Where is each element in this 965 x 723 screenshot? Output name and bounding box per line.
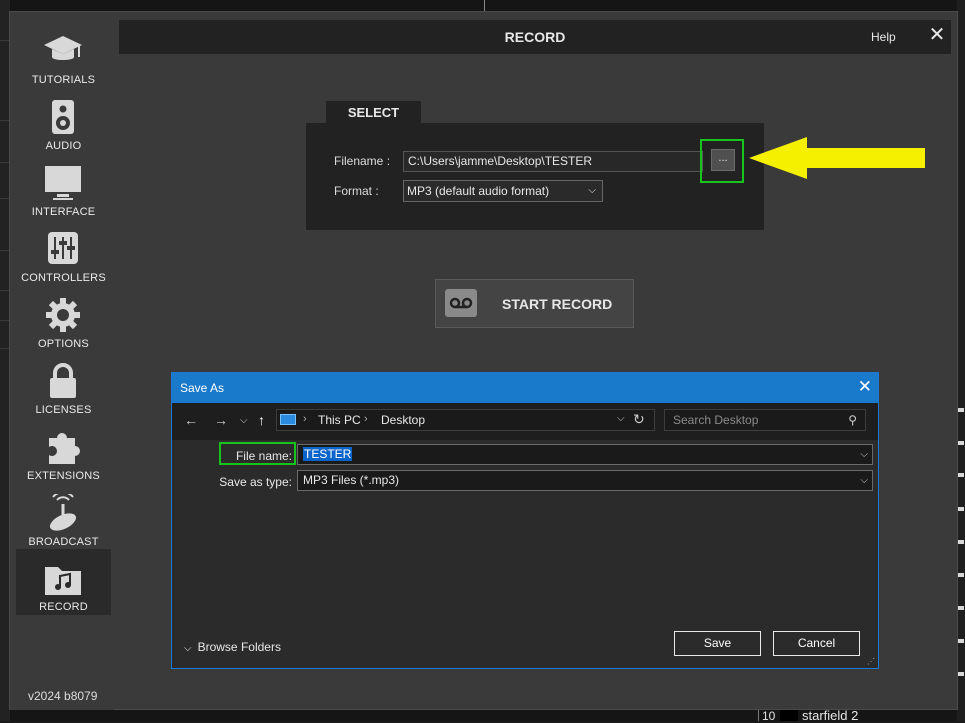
sidebar-item-broadcast[interactable]: BROADCAST — [16, 484, 111, 550]
satellite-dish-icon — [49, 494, 77, 531]
navigation-bar: ← → ⌵ ↑ › This PC › Desktop ⌵ ↻ Search D… — [172, 403, 878, 440]
help-link[interactable]: Help — [871, 30, 896, 44]
breadcrumb-separator-icon: › — [364, 413, 368, 425]
chevron-down-icon[interactable]: ⌵ — [617, 413, 625, 424]
lock-icon — [50, 363, 76, 398]
select-panel: Filename : C:\Users\jamme\Desktop\TESTER… — [306, 123, 764, 230]
monitor-icon — [45, 166, 81, 200]
chevron-down-icon: ⌵ — [588, 185, 596, 196]
chevron-down-icon: ⌵ — [860, 475, 868, 486]
breadcrumb-desktop[interactable]: Desktop — [381, 413, 425, 427]
annotation-arrow-icon — [749, 137, 925, 179]
breadcrumb-this-pc[interactable]: This PC — [318, 413, 361, 427]
save-as-type-value: MP3 Files (*.mp3) — [303, 473, 400, 487]
sidebar-item-controllers[interactable]: CONTROLLERS — [16, 220, 111, 286]
save-as-type-select[interactable]: MP3 Files (*.mp3) ⌵ — [297, 470, 873, 491]
save-as-dialog: Save As ✕ ← → ⌵ ↑ › This PC › Desktop ⌵ … — [171, 372, 879, 669]
file-name-value: TESTER — [303, 447, 353, 461]
up-arrow-icon[interactable]: ↑ — [258, 412, 265, 428]
chevron-down-icon[interactable]: ⌵ — [860, 445, 868, 464]
sidebar-item-audio[interactable]: AUDIO — [16, 88, 111, 154]
search-input[interactable]: Search Desktop ⚲ — [664, 409, 866, 431]
format-select-value: MP3 (default audio format) — [407, 184, 550, 198]
sidebar-item-label: BROADCAST — [28, 536, 99, 548]
close-icon[interactable]: ✕ — [858, 377, 872, 397]
save-as-title-bar: Save As ✕ — [172, 373, 878, 403]
sliders-icon — [48, 232, 78, 264]
save-button[interactable]: Save — [674, 631, 761, 656]
version-label: v2024 b8079 — [28, 689, 98, 703]
forward-arrow-icon[interactable]: → — [214, 412, 228, 428]
browse-folders-toggle[interactable]: ⌵ Browse Folders — [184, 640, 281, 654]
recent-locations-chevron-icon[interactable]: ⌵ — [240, 415, 248, 426]
filename-field[interactable]: C:\Users\jamme\Desktop\TESTER — [403, 151, 703, 172]
filename-label: Filename : — [334, 154, 391, 168]
music-folder-icon — [45, 567, 81, 595]
sidebar-item-label: AUDIO — [45, 140, 82, 152]
sidebar-item-label: RECORD — [39, 601, 88, 613]
background-row-thumbnail — [780, 710, 798, 721]
sidebar-item-label: CONTROLLERS — [21, 272, 106, 284]
speaker-icon — [52, 100, 74, 134]
breadcrumb-separator-icon: › — [303, 413, 307, 425]
sidebar-item-interface[interactable]: INTERFACE — [16, 154, 111, 220]
file-name-label: File name: — [235, 449, 292, 463]
sidebar-item-options[interactable]: OPTIONS — [16, 286, 111, 352]
sidebar-item-label: TUTORIALS — [31, 74, 96, 86]
address-bar[interactable]: › This PC › Desktop ⌵ ↻ — [276, 409, 655, 431]
cancel-button[interactable]: Cancel — [773, 631, 860, 656]
format-select[interactable]: MP3 (default audio format) ⌵ — [403, 180, 603, 202]
gear-icon — [46, 298, 80, 332]
save-as-type-label: Save as type: — [219, 475, 292, 489]
puzzle-icon — [49, 433, 81, 464]
sidebar-item-record[interactable]: RECORD — [16, 549, 111, 615]
sidebar-item-extensions[interactable]: EXTENSIONS — [16, 418, 111, 484]
sidebar-item-tutorials[interactable]: TUTORIALS — [16, 22, 111, 88]
search-placeholder: Search Desktop — [673, 413, 759, 427]
browse-button[interactable]: ... — [711, 149, 735, 171]
this-pc-icon — [280, 414, 296, 425]
voicemail-icon — [445, 289, 477, 317]
sidebar-item-label: OPTIONS — [38, 338, 89, 350]
refresh-icon[interactable]: ↻ — [633, 411, 645, 428]
sidebar-item-label: EXTENSIONS — [27, 470, 100, 482]
close-icon[interactable]: ✕ — [927, 25, 947, 45]
search-icon: ⚲ — [848, 413, 857, 427]
file-name-field[interactable]: TESTER ⌵ — [297, 444, 873, 465]
sidebar-item-label: INTERFACE — [31, 206, 96, 218]
chevron-down-icon: ⌵ — [184, 643, 192, 654]
settings-sidebar: TUTORIALS AUDIO INTERFACE CONTROLLERS OP… — [10, 12, 114, 710]
page-title: RECORD — [504, 29, 566, 45]
settings-title-bar: RECORD Help ✕ — [119, 20, 951, 54]
format-label: Format : — [334, 184, 379, 198]
start-record-button[interactable]: START RECORD — [435, 279, 634, 328]
start-record-label: START RECORD — [502, 296, 613, 312]
sidebar-item-licenses[interactable]: LICENSES — [16, 352, 111, 418]
background-right-strip — [957, 0, 965, 721]
browse-folders-label: Browse Folders — [197, 640, 281, 654]
dialog-title: Save As — [180, 381, 225, 395]
resize-grip-icon[interactable]: ⋰ — [867, 657, 875, 666]
select-tab: SELECT — [326, 101, 421, 124]
back-arrow-icon[interactable]: ← — [184, 412, 198, 428]
graduation-cap-icon — [44, 36, 82, 60]
sidebar-item-label: LICENSES — [35, 404, 92, 416]
